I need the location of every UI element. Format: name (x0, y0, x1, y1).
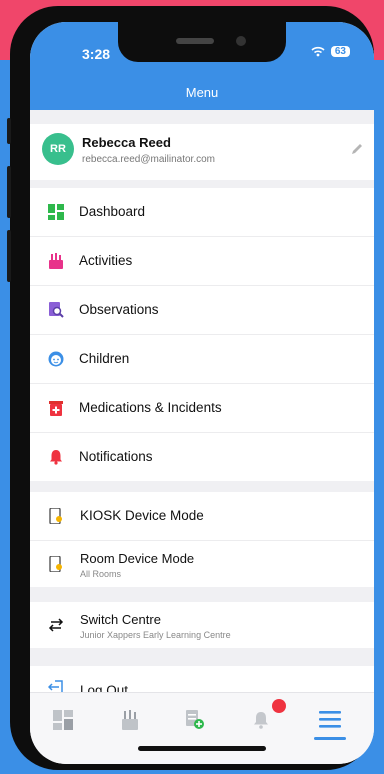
swap-icon (48, 618, 64, 632)
menu-item-sublabel: All Rooms (80, 569, 122, 579)
pencil-icon[interactable] (350, 142, 364, 160)
bell-tab-icon (254, 712, 268, 729)
menu-item-medications-incidents[interactable]: Medications & Incidents (30, 384, 374, 433)
phone-frame: 3:28 63 Menu RR Rebecca Reed rebecca.ree… (7, 6, 374, 770)
centre-menu: Switch Centre Junior Xappers Early Learn… (30, 602, 374, 648)
menu-item-label: Children (79, 351, 130, 366)
add-observation-icon (186, 710, 204, 729)
screen: 3:28 63 Menu RR Rebecca Reed rebecca.ree… (30, 22, 374, 764)
menu-item-label: Observations (79, 302, 159, 317)
menu-item-label: Activities (79, 253, 133, 268)
menu-item-dashboard[interactable]: Dashboard (30, 188, 374, 237)
mute-switch (7, 118, 11, 144)
page-title: Menu (185, 85, 219, 100)
tab-activities[interactable] (110, 705, 150, 735)
menu-item-room-mode[interactable]: Room Device Mode All Rooms (30, 541, 374, 587)
speaker (176, 38, 214, 44)
dashboard-icon (48, 204, 64, 220)
medications-icon (49, 401, 63, 416)
front-camera (236, 36, 246, 46)
profile-card[interactable]: RR Rebecca Reed rebecca.reed@mailinator.… (30, 124, 374, 180)
observations-icon (49, 302, 64, 318)
home-indicator (138, 746, 266, 751)
battery-indicator: 63 (330, 46, 350, 57)
profile-name: Rebecca Reed (82, 135, 171, 150)
menu-item-label: KIOSK Device Mode (80, 508, 204, 523)
profile-email: rebecca.reed@mailinator.com (82, 154, 215, 165)
menu-item-activities[interactable]: Activities (30, 237, 374, 286)
menu-item-label: Notifications (79, 449, 153, 464)
menu-item-switch-centre[interactable]: Switch Centre Junior Xappers Early Learn… (30, 602, 374, 648)
volume-up-button (7, 166, 11, 218)
menu-item-label: Switch Centre (80, 612, 161, 627)
activities-tab-icon (122, 710, 138, 730)
kiosk-device-icon (49, 508, 62, 524)
menu-item-notifications[interactable]: Notifications (30, 433, 374, 481)
menu-item-label: Room Device Mode (80, 551, 195, 566)
menu-item-children[interactable]: Children (30, 335, 374, 384)
main-menu: Dashboard Activities Observations Childr… (30, 188, 374, 481)
children-icon (48, 351, 64, 367)
tab-dashboard[interactable] (43, 705, 83, 735)
volume-down-button (7, 230, 11, 282)
avatar: RR (42, 133, 74, 165)
notch (118, 22, 286, 62)
menu-item-sublabel: Junior Xappers Early Learning Centre (80, 630, 231, 640)
activities-icon (49, 253, 63, 269)
menu-item-label: Dashboard (79, 204, 146, 219)
tab-notifications[interactable] (242, 699, 286, 735)
tab-menu[interactable] (310, 705, 350, 740)
tab-add-observation[interactable] (175, 705, 215, 735)
room-device-icon (49, 556, 62, 572)
wifi-icon (311, 46, 325, 57)
menu-item-observations[interactable]: Observations (30, 286, 374, 335)
hamburger-menu-icon (319, 711, 341, 728)
status-icons: 63 (311, 46, 350, 57)
device-mode-menu: KIOSK Device Mode Room Device Mode All R… (30, 492, 374, 587)
menu-item-kiosk-mode[interactable]: KIOSK Device Mode (30, 492, 374, 541)
status-time: 3:28 (82, 46, 111, 62)
bottom-tab-bar (30, 692, 374, 764)
dashboard-tab-icon (53, 710, 73, 730)
active-tab-indicator (314, 737, 346, 740)
bell-icon (50, 450, 62, 465)
notification-badge (272, 699, 286, 713)
menu-item-label: Medications & Incidents (79, 400, 222, 415)
